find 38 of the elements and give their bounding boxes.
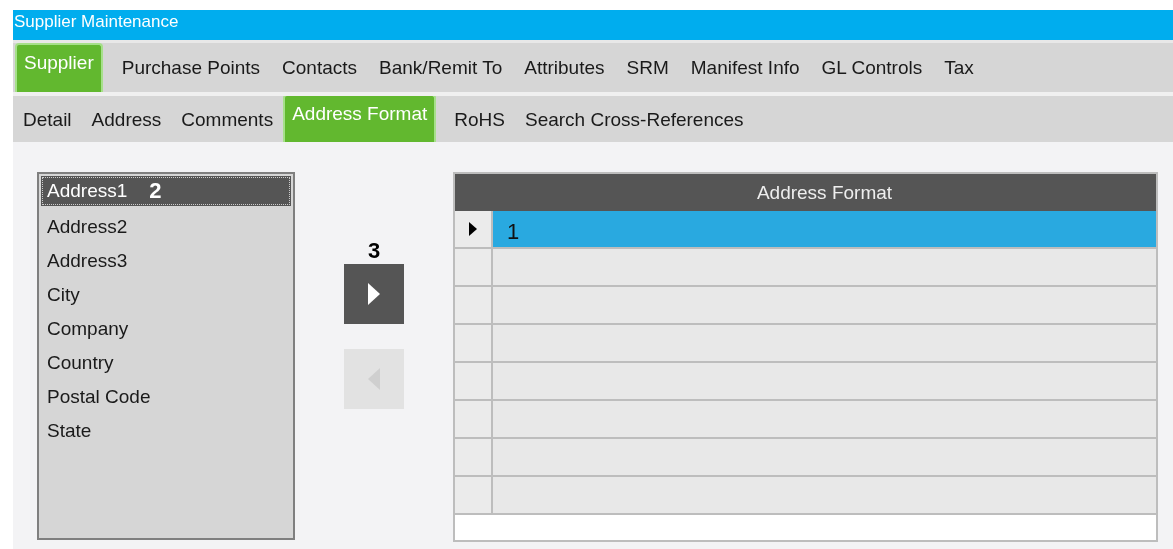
tab[interactable]: RoHS xyxy=(444,100,515,142)
item-label: City xyxy=(47,283,80,307)
item-label: Country xyxy=(47,351,114,375)
item-label: Company xyxy=(47,317,129,341)
column-header: Address Format xyxy=(455,174,1156,211)
item-label: Postal Code xyxy=(47,385,151,409)
add-button[interactable] xyxy=(344,264,404,324)
tab[interactable]: Detail xyxy=(13,100,82,142)
list-item[interactable]: Company xyxy=(41,312,291,346)
callout-number: 2 xyxy=(149,177,162,205)
item-label: Address3 xyxy=(47,249,128,273)
item-label: State xyxy=(47,419,92,443)
row-header[interactable] xyxy=(455,211,493,247)
list-item[interactable]: Postal Code xyxy=(41,380,291,414)
tab[interactable]: Bank/Remit To xyxy=(368,48,514,92)
table-cell: 1 xyxy=(493,211,1156,247)
tab[interactable]: Attributes xyxy=(513,48,616,92)
item-label: Address1 xyxy=(47,179,128,203)
list-item[interactable]: Address1 2 xyxy=(41,176,291,206)
tab[interactable]: Tax xyxy=(933,48,985,92)
right-triangle-icon xyxy=(368,283,380,305)
tab[interactable]: Comments xyxy=(171,100,284,142)
callout-number: 3 xyxy=(367,238,381,264)
tab[interactable]: Search Cross-References xyxy=(515,100,754,142)
tab[interactable]: Purchase Points xyxy=(110,48,272,92)
tab[interactable]: GL Controls xyxy=(810,48,934,92)
list-item[interactable]: Address3 xyxy=(41,244,291,278)
tab[interactable]: Manifest Info xyxy=(679,48,811,92)
list-item[interactable]: Address2 xyxy=(41,210,291,244)
list-item[interactable]: Country xyxy=(41,346,291,380)
window-title: Supplier Maintenance xyxy=(13,10,1173,40)
list-item[interactable]: City xyxy=(41,278,291,312)
list-item[interactable]: State xyxy=(41,414,291,448)
tab[interactable]: SRM xyxy=(615,48,680,92)
item-label: Address2 xyxy=(47,215,128,239)
current-row-icon xyxy=(469,222,477,236)
tab[interactable]: Address xyxy=(81,100,172,142)
tab[interactable]: Contacts xyxy=(271,48,369,92)
